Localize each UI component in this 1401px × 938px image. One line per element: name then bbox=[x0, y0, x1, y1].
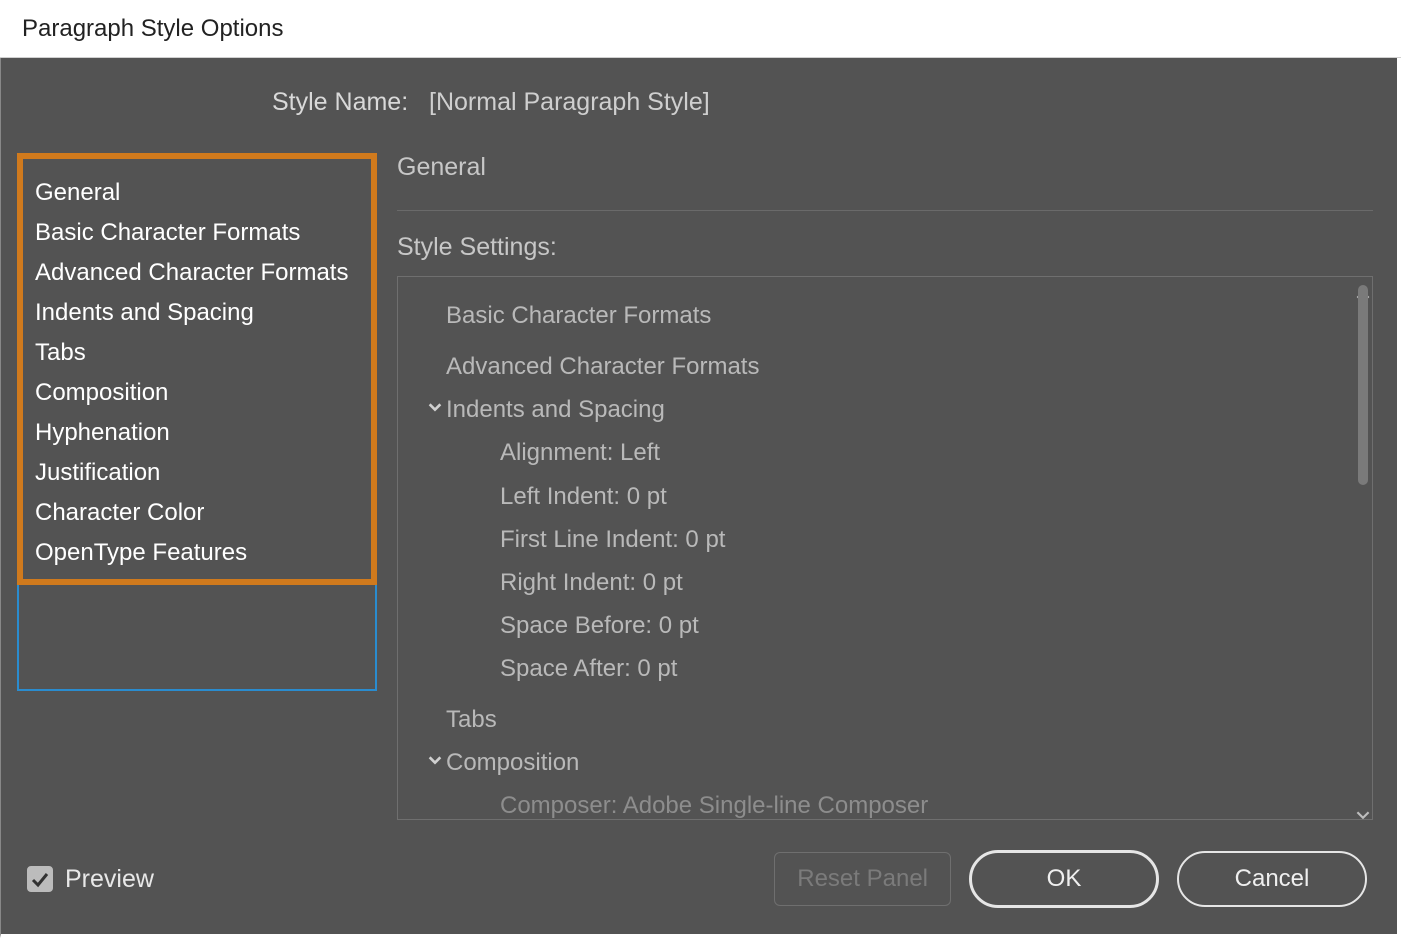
settings-row[interactable]: Advanced Character Formats bbox=[426, 338, 1342, 389]
settings-row[interactable]: Indents and Spacing bbox=[426, 388, 1342, 431]
dialog-title: Paragraph Style Options bbox=[22, 15, 283, 43]
settings-row-label: Advanced Character Formats bbox=[446, 348, 759, 385]
settings-row-label: Basic Character Formats bbox=[446, 297, 711, 334]
scroll-down-icon[interactable] bbox=[1356, 801, 1370, 815]
settings-row-label: Composition bbox=[446, 744, 579, 781]
reset-panel-button: Reset Panel bbox=[774, 852, 951, 906]
settings-row[interactable]: Right Indent: 0 pt bbox=[426, 561, 1342, 604]
settings-row[interactable]: Left Indent: 0 pt bbox=[426, 475, 1342, 518]
settings-row-label: Tabs bbox=[446, 701, 497, 738]
style-name-value: [Normal Paragraph Style] bbox=[429, 88, 710, 116]
category-item[interactable]: Justification bbox=[31, 453, 365, 493]
dialog-body: Style Name: [Normal Paragraph Style] Gen… bbox=[0, 58, 1401, 938]
style-settings-panel: Basic Character Formats Advanced Characte… bbox=[397, 276, 1373, 820]
settings-row[interactable]: Alignment: Left bbox=[426, 431, 1342, 474]
settings-row[interactable]: Composer: Adobe Single-line Composer bbox=[426, 784, 1342, 819]
main-row: GeneralBasic Character FormatsAdvanced C… bbox=[17, 153, 1381, 820]
category-item[interactable]: Composition bbox=[31, 373, 365, 413]
category-item[interactable]: Indents and Spacing bbox=[31, 293, 365, 333]
checkmark-icon bbox=[27, 866, 53, 892]
panel-heading: General bbox=[397, 153, 1373, 211]
ok-button[interactable]: OK bbox=[969, 850, 1159, 908]
dialog-titlebar: Paragraph Style Options bbox=[0, 0, 1401, 58]
category-item[interactable]: Hyphenation bbox=[31, 413, 365, 453]
settings-scrollbar[interactable] bbox=[1356, 281, 1370, 815]
settings-row[interactable]: First Line Indent: 0 pt bbox=[426, 518, 1342, 561]
preview-checkbox[interactable]: Preview bbox=[27, 865, 154, 894]
style-name-row: Style Name: [Normal Paragraph Style] bbox=[17, 88, 1381, 117]
settings-row[interactable]: Composition bbox=[426, 741, 1342, 784]
style-settings-label: Style Settings: bbox=[397, 233, 1373, 262]
category-item[interactable]: Advanced Character Formats bbox=[31, 253, 365, 293]
style-settings-tree[interactable]: Basic Character Formats Advanced Characte… bbox=[398, 277, 1352, 819]
settings-row-label: Indents and Spacing bbox=[446, 391, 665, 428]
category-item[interactable]: Tabs bbox=[31, 333, 365, 373]
settings-column: General Style Settings: Basic Character … bbox=[397, 153, 1381, 820]
category-item[interactable]: OpenType Features bbox=[31, 533, 365, 573]
settings-row[interactable]: Tabs bbox=[426, 691, 1342, 742]
category-list-selection-area[interactable] bbox=[17, 579, 377, 691]
chevron-down-icon bbox=[424, 389, 446, 426]
category-item[interactable]: Basic Character Formats bbox=[31, 213, 365, 253]
category-item[interactable]: Character Color bbox=[31, 493, 365, 533]
style-name-label: Style Name: bbox=[272, 88, 408, 116]
category-list: GeneralBasic Character FormatsAdvanced C… bbox=[23, 159, 371, 579]
settings-row[interactable]: Space Before: 0 pt bbox=[426, 604, 1342, 647]
scroll-thumb[interactable] bbox=[1358, 285, 1368, 485]
dialog-footer: Preview Reset Panel OK Cancel bbox=[17, 820, 1381, 922]
settings-row[interactable]: Space After: 0 pt bbox=[426, 647, 1342, 690]
cancel-button[interactable]: Cancel bbox=[1177, 851, 1367, 907]
category-column: GeneralBasic Character FormatsAdvanced C… bbox=[17, 153, 377, 820]
chevron-down-icon bbox=[424, 742, 446, 779]
preview-label: Preview bbox=[65, 865, 154, 894]
category-item[interactable]: General bbox=[31, 173, 365, 213]
category-list-highlight: GeneralBasic Character FormatsAdvanced C… bbox=[17, 153, 377, 585]
settings-row[interactable]: Basic Character Formats bbox=[426, 287, 1342, 338]
